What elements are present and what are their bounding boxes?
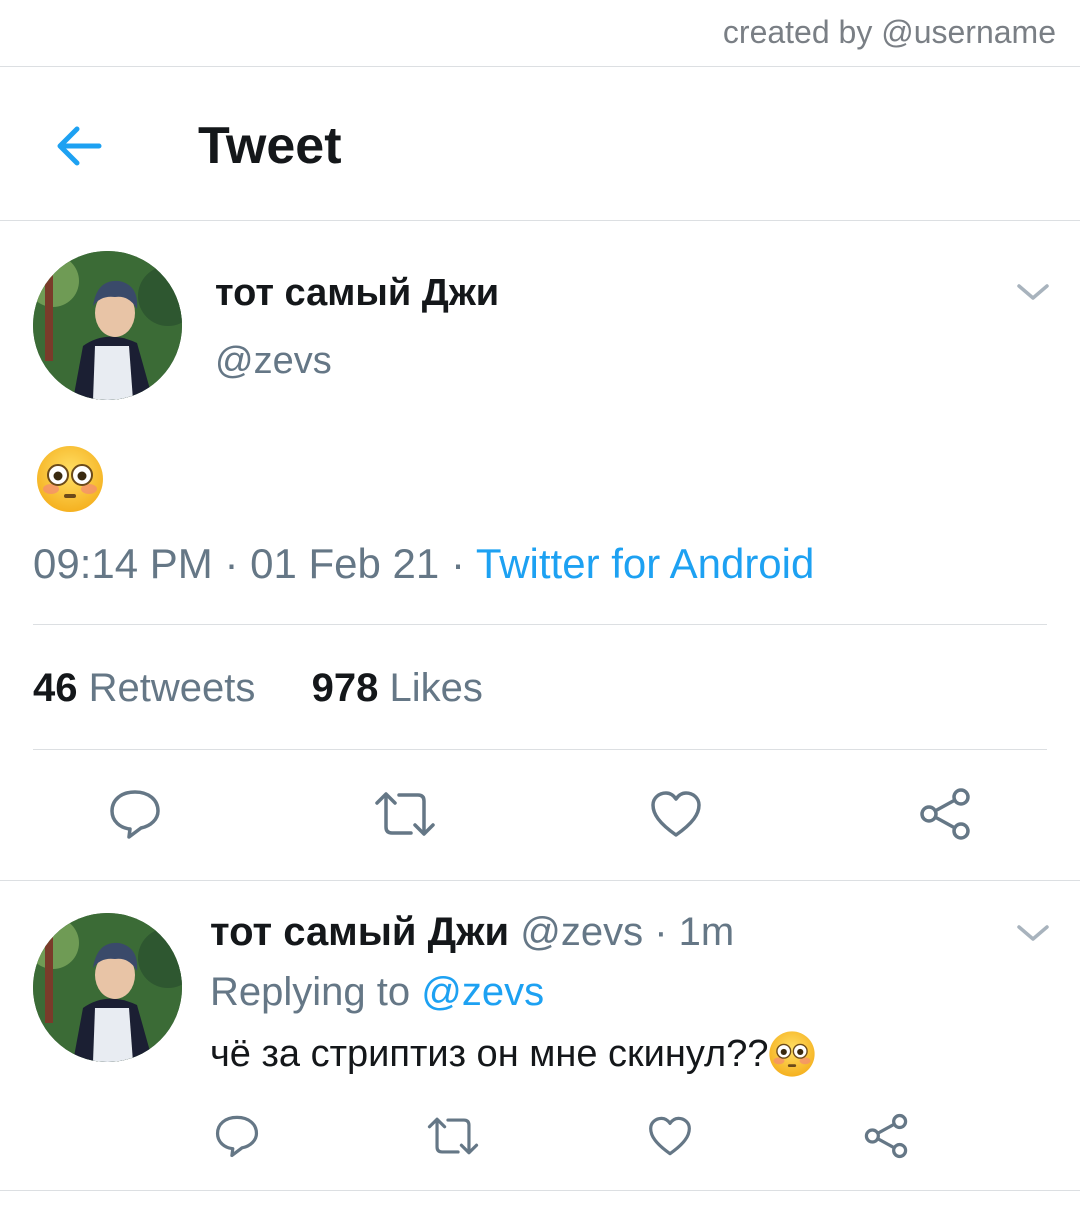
arrow-left-icon: [57, 126, 102, 166]
reply-handle[interactable]: @zevs: [520, 910, 643, 954]
flushed-face-emoji: [769, 1031, 816, 1077]
avatar-image: [33, 251, 182, 400]
flushed-face-emoji: [35, 444, 105, 514]
reply-display-name[interactable]: тот самый Джи: [210, 910, 509, 954]
watermark-text: created by @username: [722, 14, 1056, 50]
heart-icon: [651, 791, 701, 837]
likes-label: Likes: [389, 666, 483, 710]
replying-to: Replying to @zevs: [210, 970, 544, 1015]
likes-count: 978: [311, 666, 379, 710]
divider: [0, 66, 1080, 67]
divider: [0, 220, 1080, 221]
avatar-image: [33, 913, 182, 1062]
retweets-stat[interactable]: 46 Retweets: [33, 666, 255, 710]
display-name[interactable]: тот самый Джи: [215, 272, 499, 315]
page-title: Tweet: [198, 117, 342, 175]
replying-to-label: Replying to: [210, 970, 411, 1014]
tweet-time: 09:14 PM: [33, 540, 213, 587]
handle[interactable]: @zevs: [215, 340, 332, 383]
tweet-date: 01 Feb 21: [250, 540, 440, 587]
divider: [33, 624, 1047, 625]
replying-to-mention[interactable]: @zevs: [421, 970, 544, 1014]
divider: [33, 749, 1047, 750]
retweets-count: 46: [33, 666, 78, 710]
reply-reply-button[interactable]: [213, 1112, 261, 1160]
share-button[interactable]: [917, 786, 973, 842]
reply-retweet-button[interactable]: [426, 1112, 480, 1160]
reply-like-button[interactable]: [646, 1112, 694, 1160]
share-icon: [864, 1113, 908, 1159]
separator: ·: [654, 910, 668, 954]
reply-share-button[interactable]: [862, 1112, 910, 1160]
divider: [0, 880, 1080, 881]
likes-stat[interactable]: 978 Likes: [312, 666, 483, 710]
reply-text: чё за стриптиз он мне скинул??: [210, 1030, 816, 1078]
reply-icon: [110, 790, 160, 839]
reply-time: 1m: [678, 910, 735, 954]
share-icon: [920, 788, 970, 840]
reply-icon: [215, 1115, 259, 1158]
more-options-button[interactable]: [1016, 282, 1050, 307]
like-button[interactable]: [648, 786, 704, 842]
tweet-stats: 46 Retweets 978 Likes: [33, 666, 483, 711]
heart-icon: [649, 1116, 691, 1156]
divider: [0, 1190, 1080, 1191]
reply-button[interactable]: [105, 786, 165, 842]
back-button[interactable]: [50, 118, 106, 174]
reply-avatar[interactable]: [33, 913, 182, 1062]
separator: ·: [224, 540, 239, 587]
chevron-down-icon: [1017, 284, 1049, 300]
chevron-down-icon: [1017, 925, 1049, 941]
tweet-meta: 09:14 PM · 01 Feb 21 · Twitter for Andro…: [33, 540, 814, 588]
retweets-label: Retweets: [88, 666, 256, 710]
reply-text-content: чё за стриптиз он мне скинул??: [210, 1032, 769, 1075]
tweet-source-link[interactable]: Twitter for Android: [476, 540, 814, 587]
separator: ·: [450, 540, 465, 587]
retweet-button[interactable]: [373, 786, 437, 842]
reply-more-options-button[interactable]: [1016, 923, 1050, 948]
reply-header: тот самый Джи @zevs · 1m: [210, 910, 734, 955]
avatar[interactable]: [33, 251, 182, 400]
retweet-icon: [427, 1117, 479, 1155]
retweet-icon: [375, 792, 435, 836]
